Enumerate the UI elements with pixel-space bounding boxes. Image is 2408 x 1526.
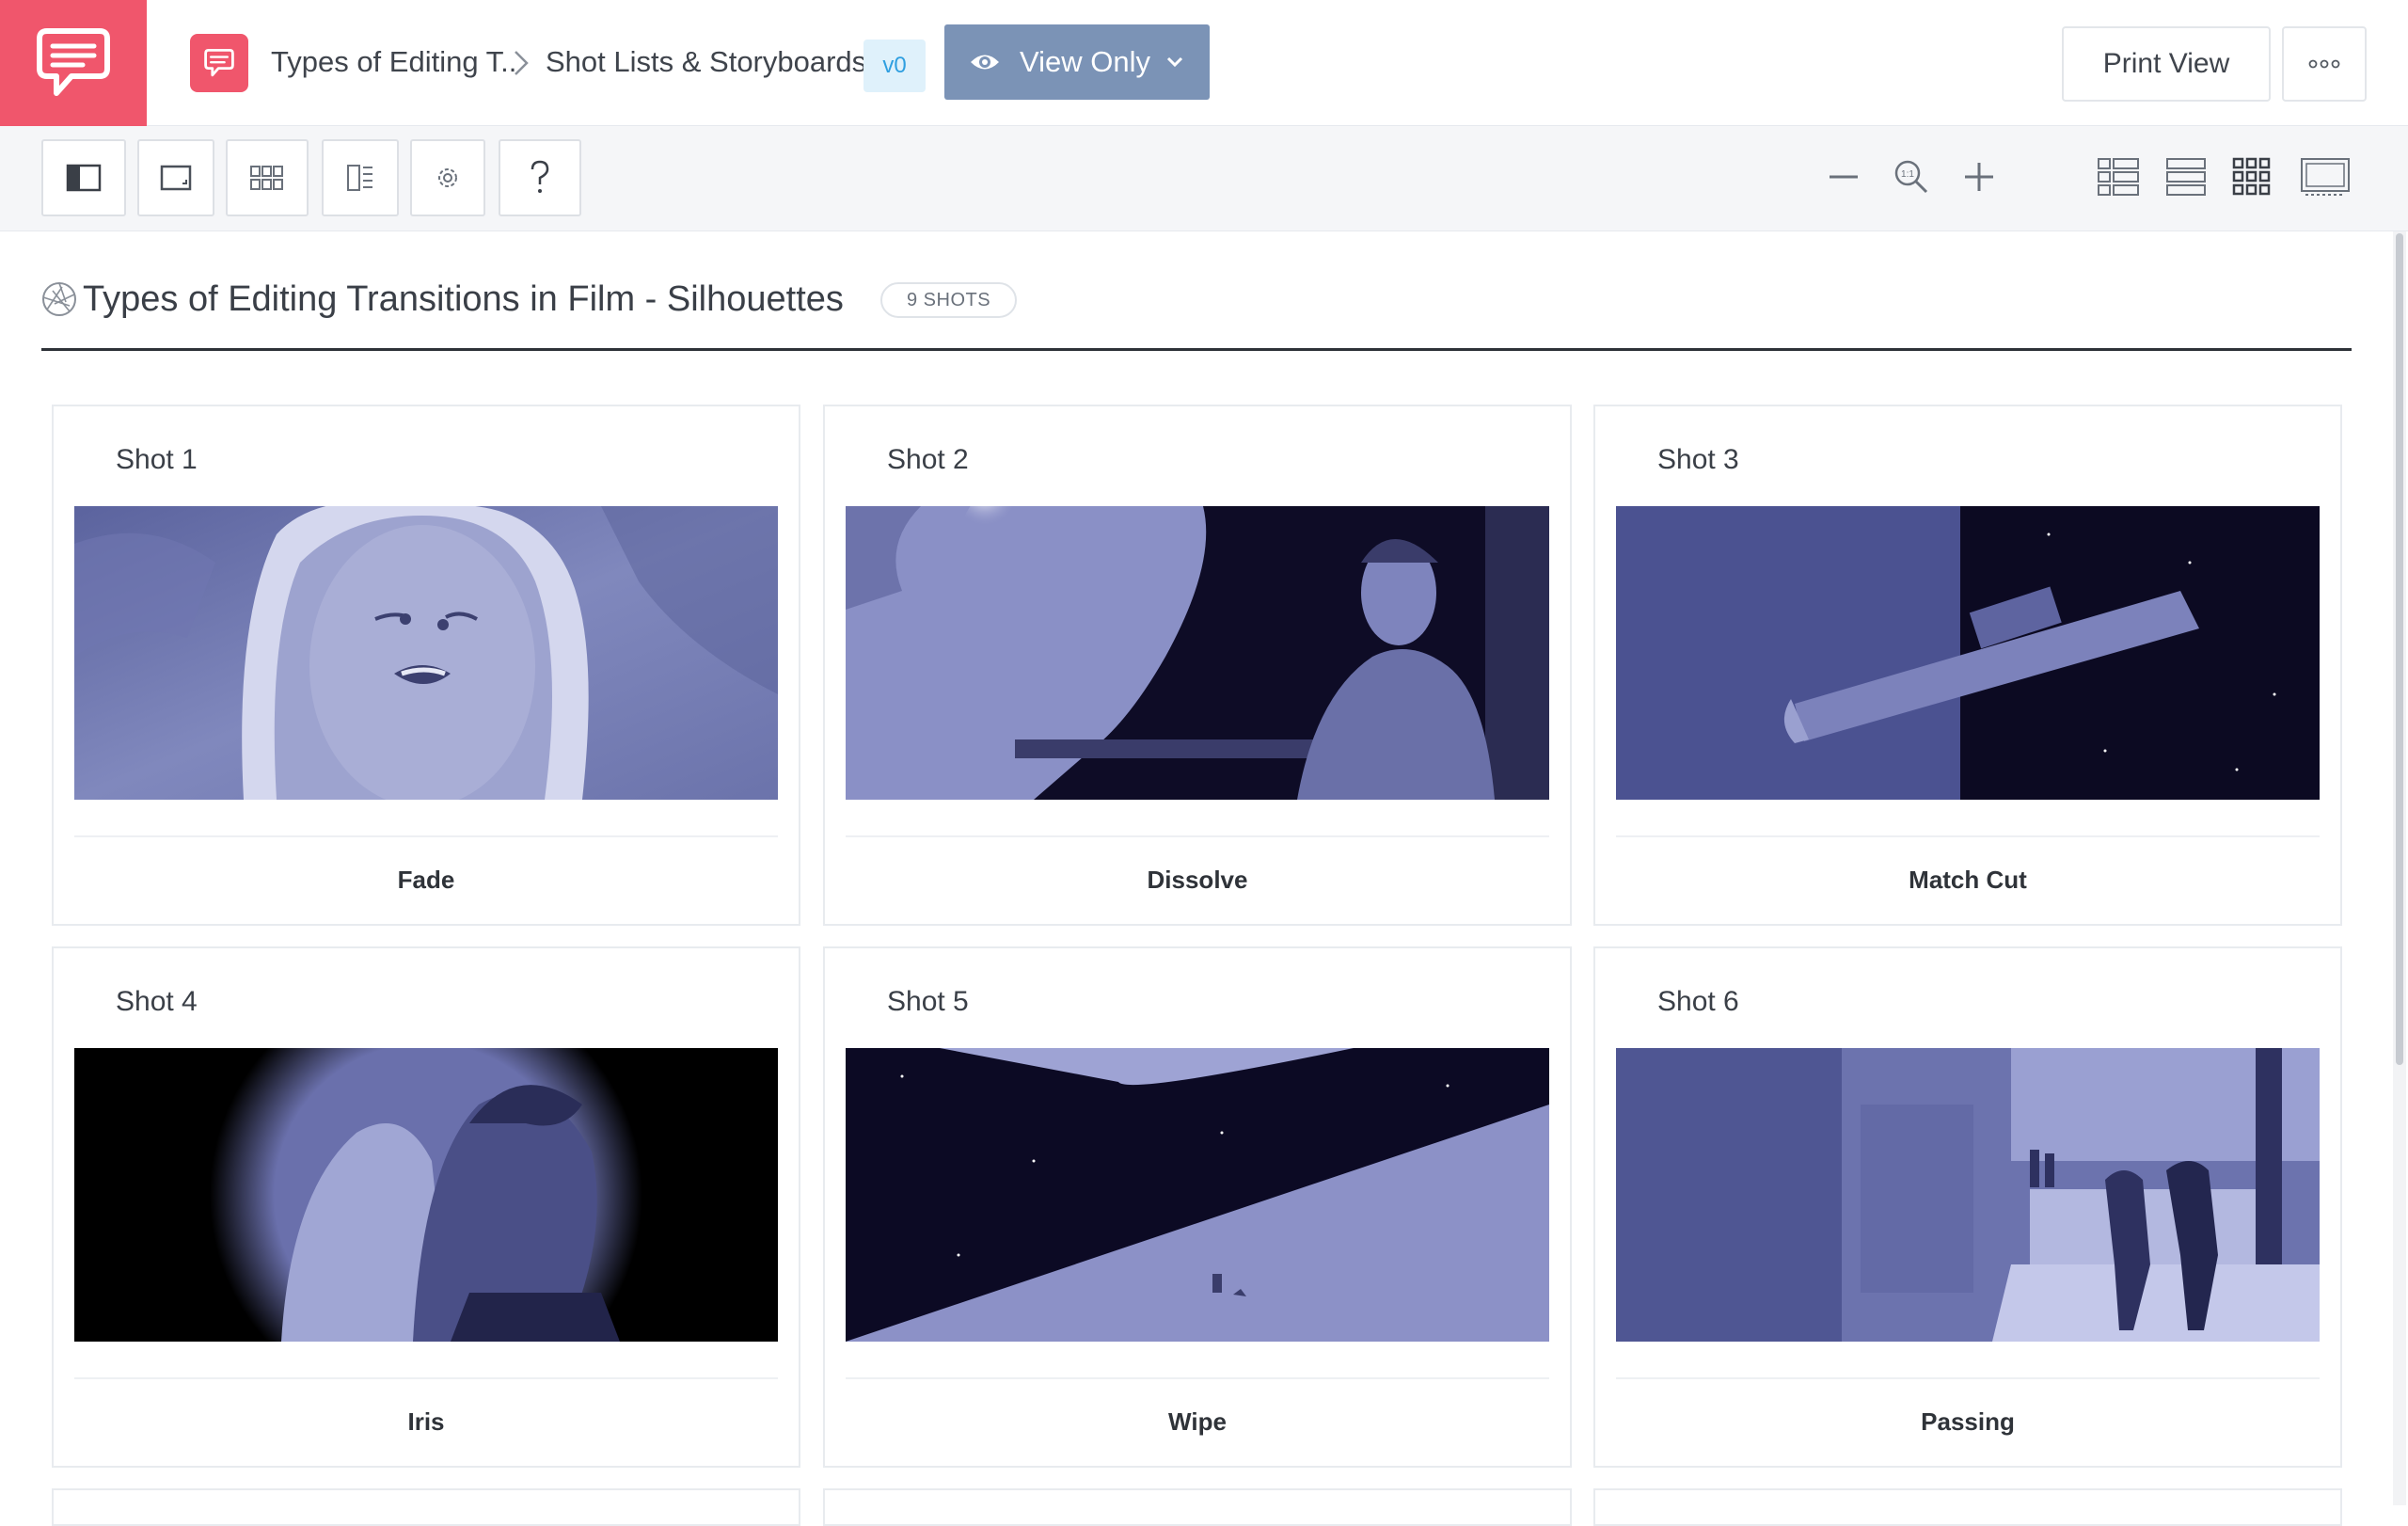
zoom-reset-button[interactable]: 1:1 — [1889, 154, 1934, 199]
presentation-icon — [2301, 158, 2350, 196]
title-divider — [41, 348, 2352, 351]
sidebar-toggle-button[interactable] — [41, 139, 126, 216]
shot-title: Shot 1 — [116, 444, 198, 475]
shot-image[interactable] — [74, 1048, 778, 1342]
help-icon — [531, 160, 549, 193]
svg-text:1:1: 1:1 — [1901, 169, 1914, 180]
card-divider — [74, 1377, 778, 1379]
transition-label: Passing — [1921, 1407, 2015, 1436]
zoom-reset-icon: 1:1 — [1894, 160, 1928, 194]
project-icon[interactable] — [190, 34, 248, 92]
list-detail-icon — [2098, 158, 2139, 196]
list-view-button[interactable] — [2163, 154, 2209, 199]
card-divider — [74, 835, 778, 837]
shot-image[interactable] — [846, 1048, 1549, 1342]
more-icon — [2308, 59, 2340, 69]
shot-card[interactable]: Shot 4 Iris — [52, 946, 800, 1468]
view-mode-dropdown[interactable]: View Only — [944, 24, 1210, 100]
transition-label: Wipe — [1168, 1407, 1227, 1436]
transition-label: Match Cut — [1909, 866, 2027, 894]
card-divider — [846, 835, 1549, 837]
print-view-button[interactable]: Print View — [2062, 26, 2271, 102]
toolbar: 1:1 — [0, 126, 2408, 231]
zoom-in-button[interactable] — [1956, 154, 2002, 199]
plus-icon — [1965, 163, 1993, 191]
eye-icon — [969, 52, 1001, 72]
chevron-down-icon — [1165, 56, 1184, 69]
grid-view-icon — [2232, 157, 2271, 196]
shot-image[interactable] — [1616, 1048, 2320, 1342]
minus-icon — [1830, 175, 1858, 179]
shot-image[interactable] — [74, 506, 778, 800]
app-logo[interactable] — [0, 0, 147, 126]
chat-logo-icon — [37, 28, 110, 96]
shot-card[interactable]: Shot 5 Wipe — [823, 946, 1572, 1468]
shot-card[interactable]: Shot 6 Passing — [1593, 946, 2342, 1468]
card-divider — [1616, 1377, 2320, 1379]
shot-card[interactable]: Shot 3 Match Cut — [1593, 405, 2342, 926]
breadcrumb-section[interactable]: Shot Lists & Storyboards — [546, 45, 866, 79]
presentation-view-button[interactable] — [2299, 154, 2352, 199]
sidebar-toggle-icon — [66, 164, 102, 192]
frame-button[interactable] — [137, 139, 214, 216]
grid-icon — [250, 166, 283, 190]
help-button[interactable] — [499, 139, 581, 216]
view-mode-label: View Only — [1020, 45, 1150, 78]
grid-view-button[interactable] — [2229, 154, 2274, 199]
chevron-right-icon — [512, 50, 531, 81]
shot-count-badge: 9 SHOTS — [880, 282, 1018, 318]
shot-image[interactable] — [1616, 506, 2320, 800]
transition-label: Iris — [407, 1407, 445, 1436]
zoom-out-button[interactable] — [1821, 154, 1866, 199]
settings-button[interactable] — [410, 139, 485, 216]
shot-title: Shot 2 — [887, 444, 969, 475]
aperture-icon — [41, 281, 77, 317]
list-icon — [2166, 158, 2206, 196]
version-badge[interactable]: v0 — [863, 40, 926, 92]
shot-card[interactable] — [52, 1488, 800, 1526]
chat-icon — [204, 49, 234, 77]
grid-button[interactable] — [226, 139, 309, 216]
frame-icon — [160, 165, 192, 191]
shot-image[interactable] — [846, 506, 1549, 800]
more-options-button[interactable] — [2282, 26, 2367, 102]
columns-button[interactable] — [322, 139, 399, 216]
shot-card[interactable] — [823, 1488, 1572, 1526]
page-title: Types of Editing Transitions in Film - S… — [83, 278, 844, 319]
shot-title: Shot 3 — [1657, 444, 1739, 475]
columns-icon — [347, 165, 372, 191]
shot-title: Shot 5 — [887, 986, 969, 1017]
page-header: Types of Editing Transitions in Film - S… — [41, 275, 844, 324]
scrollbar[interactable] — [2393, 231, 2406, 1505]
shot-card[interactable]: Shot 1 Fade — [52, 405, 800, 926]
top-bar: Types of Editing T.. Shot Lists & Storyb… — [0, 0, 2408, 126]
scrollbar-thumb[interactable] — [2396, 233, 2403, 1065]
shot-title: Shot 4 — [116, 986, 198, 1017]
card-divider — [846, 1377, 1549, 1379]
gear-icon — [438, 168, 457, 187]
shot-card[interactable] — [1593, 1488, 2342, 1526]
transition-label: Dissolve — [1147, 866, 1248, 894]
card-divider — [1616, 835, 2320, 837]
shot-title: Shot 6 — [1657, 986, 1739, 1017]
breadcrumb-project[interactable]: Types of Editing T.. — [271, 45, 516, 79]
shot-card[interactable]: Shot 2 Dissolve — [823, 405, 1572, 926]
list-detail-view-button[interactable] — [2096, 154, 2141, 199]
transition-label: Fade — [397, 866, 455, 894]
